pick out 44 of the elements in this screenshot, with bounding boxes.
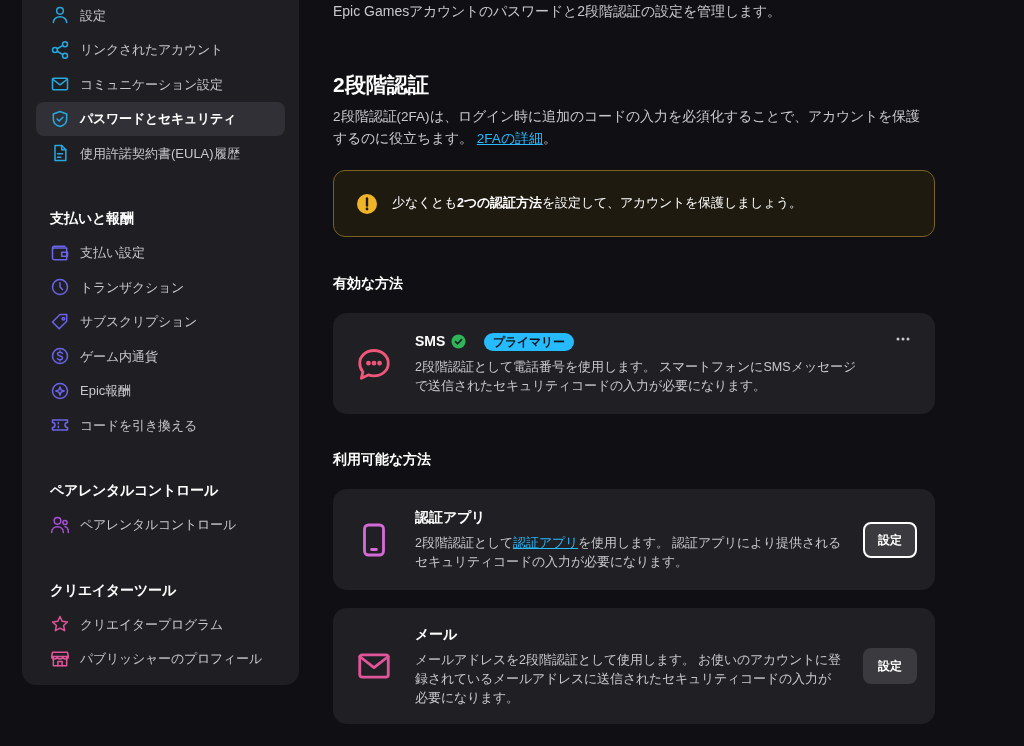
clock-icon: [50, 277, 70, 298]
sidebar-item[interactable]: クリエイタープログラム: [36, 607, 285, 642]
dollar-coin-icon: [50, 346, 70, 367]
method-description: 2段階認証として認証アプリ を使用します。 認証アプリにより提供されるセキュリティコードの入力が必要になります。: [415, 535, 843, 571]
sidebar-item[interactable]: リンクされたアカウント: [36, 32, 285, 67]
method-name: SMS: [415, 332, 446, 351]
method-name: 認証アプリ: [415, 508, 485, 527]
sidebar-item[interactable]: コミュニケーション設定: [36, 67, 285, 102]
warning-text: 少なくとも2つの認証方法を設定して、アカウントを保護しましょう。: [392, 194, 802, 213]
sidebar-item[interactable]: 使用許諾契約書(EULA)履歴: [36, 136, 285, 171]
person-icon: [50, 5, 70, 26]
help-link[interactable]: 認証アプリ: [512, 536, 578, 550]
sidebar-item[interactable]: 設定: [36, 0, 285, 33]
setup-button[interactable]: 設定: [863, 521, 917, 558]
section-title: 2段階認証: [333, 72, 430, 98]
section-heading: クリエイターツール: [49, 580, 177, 600]
exclamation-icon: [356, 192, 378, 215]
primary-badge: プライマリー: [484, 332, 575, 351]
tag-icon: [50, 311, 70, 332]
section-heading: 支払いと報酬: [49, 209, 135, 228]
sidebar-item[interactable]: ペアレンタルコントロール: [36, 507, 285, 542]
section-heading: ペアレンタルコントロール: [49, 481, 219, 500]
sidebar-item[interactable]: Epic報酬: [36, 373, 285, 408]
sidebar-item[interactable]: サブスクリプション: [36, 304, 285, 339]
sidebar-item[interactable]: ゲーム内通貨: [36, 339, 285, 374]
sparkle-coin-icon: [50, 380, 70, 401]
sidebar-item[interactable]: トランザクション: [36, 270, 285, 305]
sidebar-item[interactable]: パスワードとセキュリティ: [36, 101, 285, 136]
shield-check-icon: [50, 108, 70, 129]
share-icon: [50, 39, 70, 60]
intro-text: Epic Gamesアカウントのパスワードと2段階認証の設定を管理します。: [333, 2, 783, 21]
sidebar-item[interactable]: 支払い設定: [36, 235, 285, 270]
description-text: 2段階認証(2FA)は、ログイン時に追加のコードの入力を必須化することで、アカウントを保護するのに役立ちます。 2FAの詳細。: [333, 108, 921, 148]
help-link[interactable]: 2FAの詳細: [476, 131, 543, 146]
method-description: 2段階認証として電話番号を使用します。 スマートフォンにSMSメッセージで送信されたセキュリティコードの入力が必要になります。: [415, 359, 857, 395]
users-icon: [50, 514, 70, 535]
group-heading: 有効な方法: [333, 275, 404, 293]
sidebar-item[interactable]: コードを引き換える: [36, 408, 285, 443]
sidebar-item[interactable]: パブリッシャーのプロフィール: [36, 641, 285, 676]
method-name: メール: [415, 625, 457, 644]
group-heading: 利用可能な方法: [333, 451, 432, 469]
more-icon: [896, 337, 910, 341]
setup-button[interactable]: 設定: [863, 648, 917, 684]
method-description: メールアドレスを2段階認証として使用します。 お使いのアカウントに登録されているメールアドレスに送信されたセキュリティコードの入力が必要になります。: [415, 652, 843, 707]
